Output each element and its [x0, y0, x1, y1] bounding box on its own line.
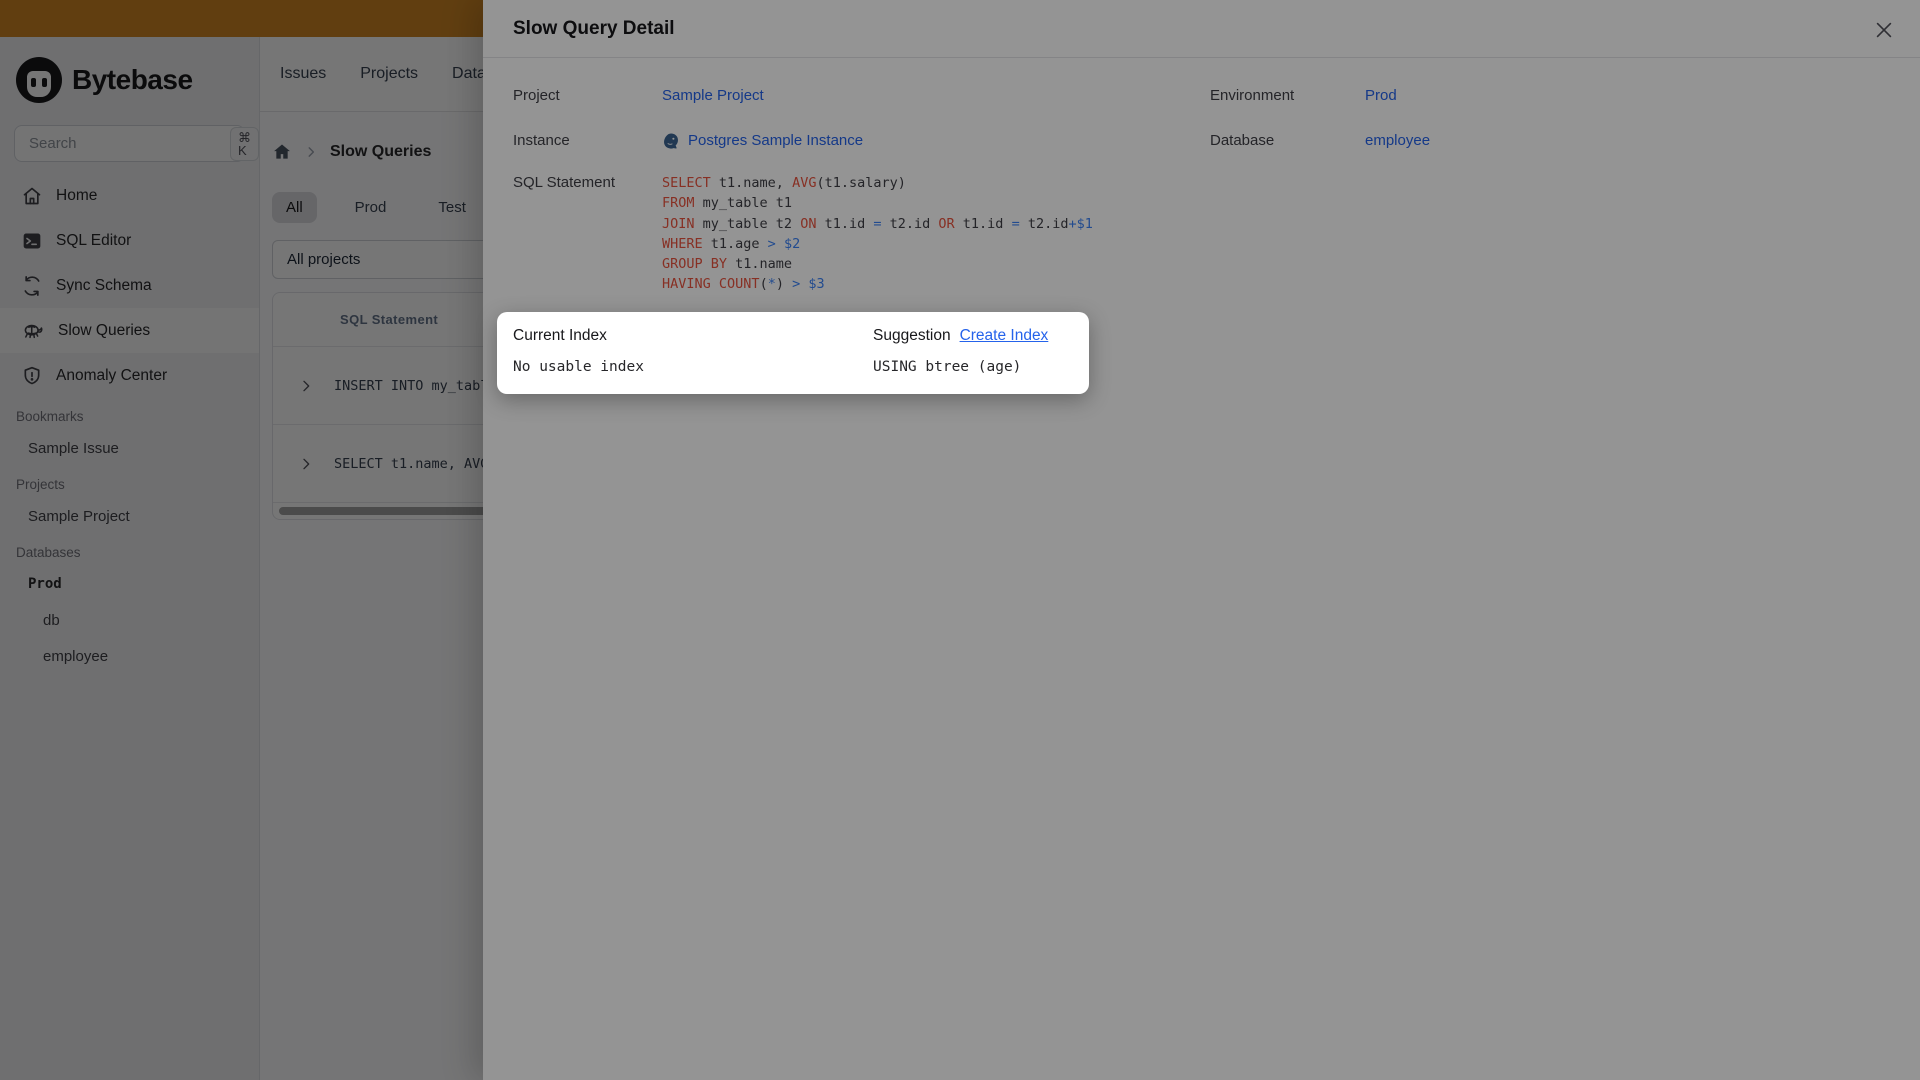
popover-backdrop[interactable] [0, 0, 1920, 1080]
index-advisor-card: Current Index No usable index Suggestion… [497, 312, 1089, 394]
suggestion-section: Suggestion Create Index USING btree (age… [873, 325, 1048, 375]
current-index-section: Current Index No usable index [513, 325, 644, 375]
current-index-label: Current Index [513, 327, 607, 344]
suggestion-value: USING btree (age) [873, 359, 1022, 375]
create-index-link[interactable]: Create Index [960, 327, 1049, 345]
current-index-value: No usable index [513, 359, 644, 375]
suggestion-label: Suggestion [873, 327, 951, 344]
